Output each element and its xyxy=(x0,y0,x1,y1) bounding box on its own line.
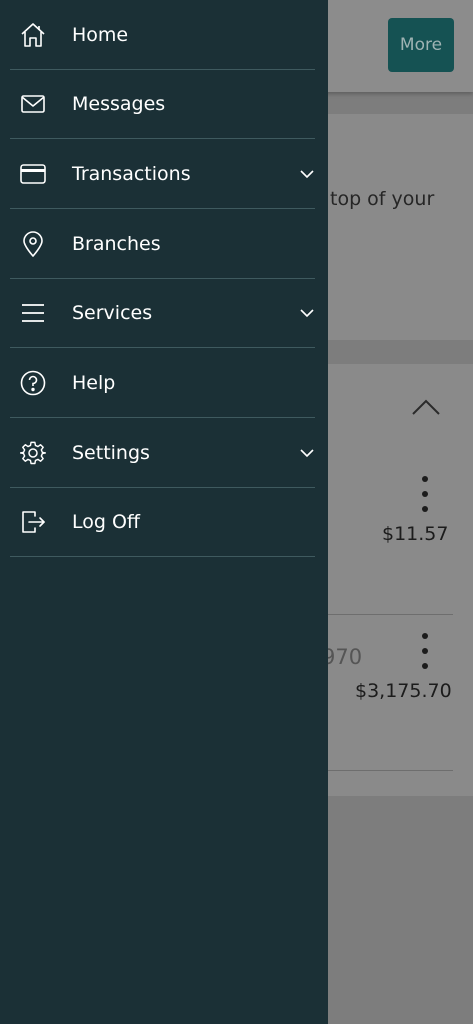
navigation-drawer: Home Messages Transactions Branches Serv… xyxy=(0,0,328,1024)
menu-item-label: Help xyxy=(72,371,116,394)
account-balance: $11.57 xyxy=(382,523,449,545)
account-options-icon[interactable] xyxy=(421,476,429,512)
app-screen: More top of your $11.57 970 $3,175.70 Ho… xyxy=(0,0,473,1024)
menu-item-help[interactable]: Help xyxy=(10,348,315,418)
menu-item-label: Log Off xyxy=(72,510,141,533)
home-icon xyxy=(20,22,46,48)
menu-item-label: Messages xyxy=(72,92,166,115)
chevron-down-icon xyxy=(299,307,315,319)
notice-text: top of your xyxy=(330,188,435,210)
menu-item-home[interactable]: Home xyxy=(10,0,315,70)
menu-lines-icon xyxy=(20,300,46,326)
chevron-down-icon xyxy=(299,447,315,459)
log-off-icon xyxy=(20,509,46,535)
account-balance: $3,175.70 xyxy=(355,680,452,702)
menu-item-label: Settings xyxy=(72,441,150,464)
menu-item-log-off[interactable]: Log Off xyxy=(10,487,315,557)
menu-item-messages[interactable]: Messages xyxy=(10,69,315,139)
row-divider xyxy=(325,614,453,615)
menu-item-branches[interactable]: Branches xyxy=(10,209,315,279)
credit-card-icon xyxy=(20,161,46,187)
menu-item-transactions[interactable]: Transactions xyxy=(10,139,315,209)
menu-item-settings[interactable]: Settings xyxy=(10,418,315,488)
menu-item-label: Transactions xyxy=(72,162,191,185)
chevron-up-icon[interactable] xyxy=(410,394,442,418)
menu-item-label: Branches xyxy=(72,232,161,255)
gear-icon xyxy=(20,440,46,466)
map-pin-icon xyxy=(20,230,46,257)
chevron-down-icon xyxy=(299,168,315,180)
more-button[interactable]: More xyxy=(388,18,454,72)
row-divider xyxy=(325,770,453,771)
account-number: 970 xyxy=(322,645,363,669)
menu-item-services[interactable]: Services xyxy=(10,278,315,348)
help-circle-icon xyxy=(20,370,46,396)
account-options-icon[interactable] xyxy=(421,633,429,669)
menu-item-label: Home xyxy=(72,23,129,46)
menu-item-label: Services xyxy=(72,301,153,324)
envelope-icon xyxy=(20,91,46,117)
